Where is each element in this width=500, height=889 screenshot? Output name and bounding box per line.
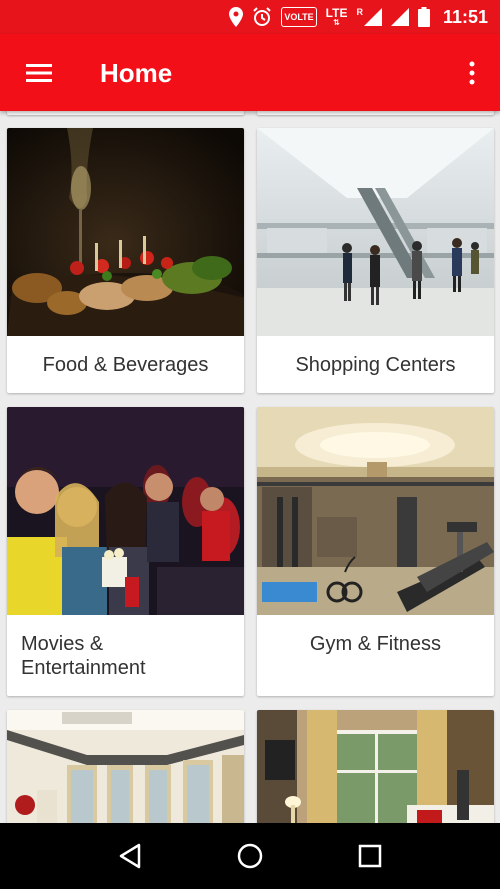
category-card-gym-fitness[interactable]: Gym & Fitness	[257, 407, 494, 696]
volte-icon: VOLTE	[281, 7, 317, 27]
category-card-salon[interactable]	[7, 710, 244, 823]
roaming-indicator: R	[356, 7, 363, 17]
home-button[interactable]	[230, 836, 270, 876]
category-grid[interactable]: Food & Beverages Shopping Centers Movies…	[0, 111, 500, 823]
movies-entertainment-image	[7, 407, 244, 615]
category-card-partial[interactable]	[257, 111, 494, 115]
food-beverages-image	[7, 128, 244, 336]
page-title: Home	[100, 58, 173, 88]
gym-fitness-image	[257, 407, 494, 615]
category-card-shopping-centers[interactable]: Shopping Centers	[257, 128, 494, 393]
category-label: Shopping Centers	[295, 354, 456, 376]
status-bar: VOLTE LTE ⇅ R 11:51	[0, 0, 500, 34]
home-icon	[237, 843, 263, 869]
lte-icon: LTE ⇅	[325, 5, 348, 27]
menu-icon	[26, 64, 52, 82]
signal-icon: R	[356, 7, 382, 27]
category-card-food-beverages[interactable]: Food & Beverages	[7, 128, 244, 393]
category-card-movies-entertainment[interactable]: Movies & Entertainment	[7, 407, 244, 696]
hotel-image	[257, 710, 494, 823]
category-label: Food & Beverages	[42, 354, 209, 376]
menu-button[interactable]	[20, 54, 58, 92]
category-label: Gym & Fitness	[309, 633, 442, 655]
battery-icon	[417, 7, 430, 27]
recents-icon	[358, 844, 382, 868]
more-vert-icon	[469, 61, 475, 85]
shopping-centers-image	[257, 128, 494, 336]
lte-label: LTE	[325, 5, 348, 20]
category-card-partial[interactable]	[7, 111, 244, 115]
category-card-hotel[interactable]	[257, 710, 494, 823]
navigation-bar	[0, 823, 500, 889]
more-options-button[interactable]	[460, 54, 484, 92]
clock: 11:51	[442, 6, 488, 27]
back-button[interactable]	[110, 836, 150, 876]
category-label: Movies & Entertainment	[21, 633, 146, 679]
recents-button[interactable]	[350, 836, 390, 876]
salon-image	[7, 710, 244, 823]
alarm-icon	[252, 7, 272, 27]
back-icon	[119, 843, 141, 869]
signal-icon	[390, 7, 409, 27]
location-icon	[229, 7, 244, 27]
app-bar: Home	[0, 34, 500, 111]
